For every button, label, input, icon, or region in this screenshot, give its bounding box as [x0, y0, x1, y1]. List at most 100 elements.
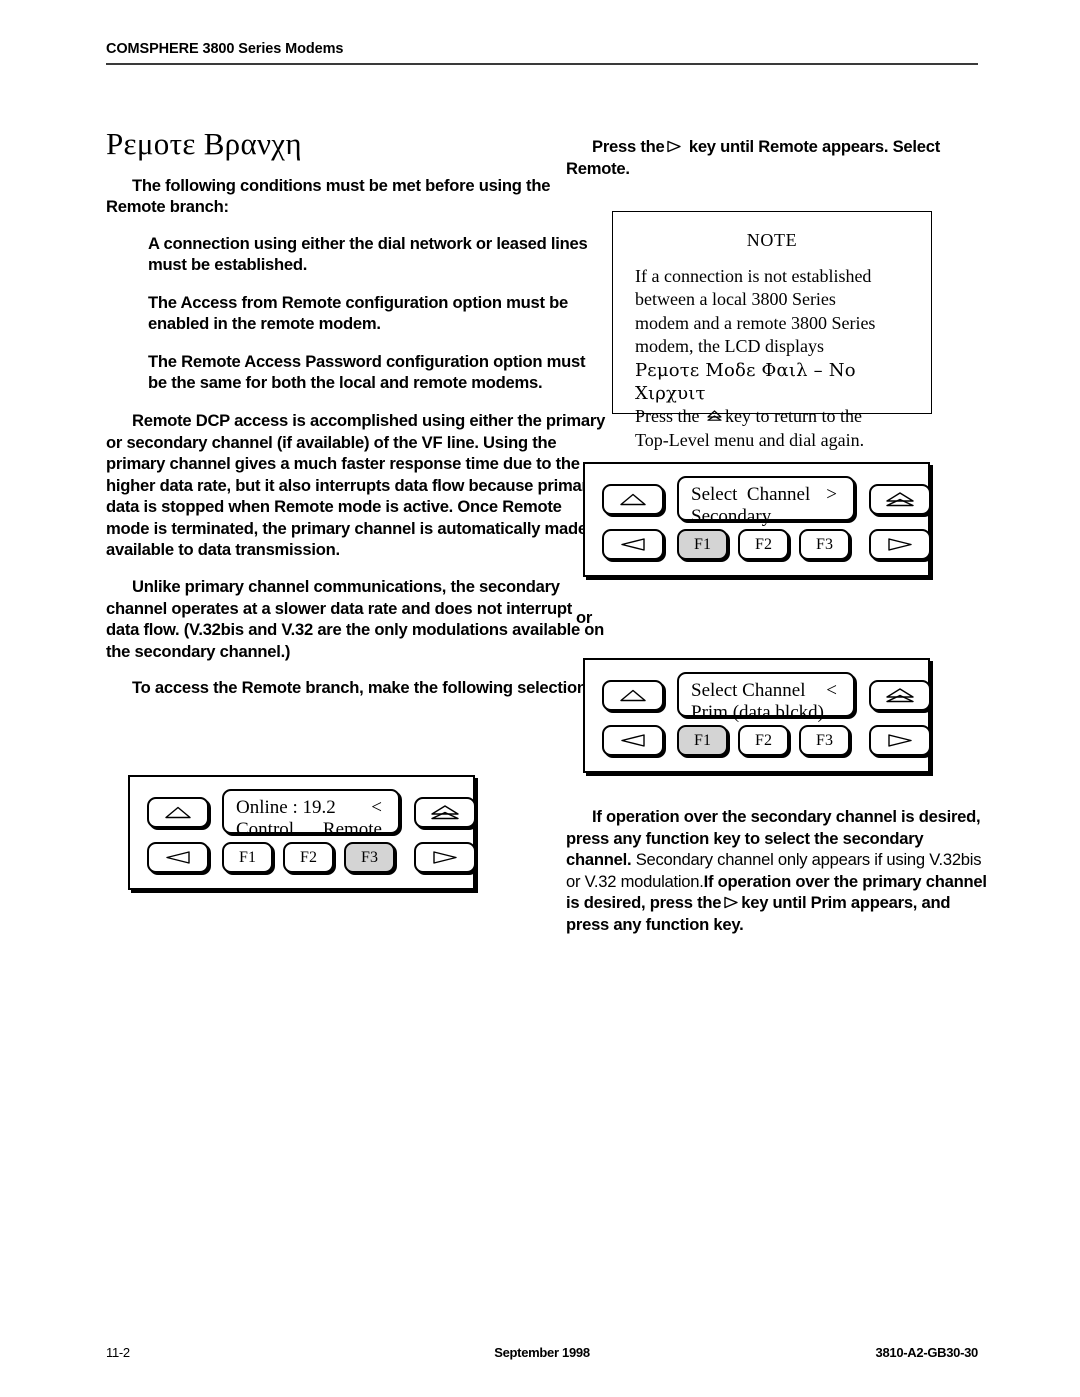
lcd-line-1: Select Channel <: [691, 680, 843, 702]
function-key-f2[interactable]: F2: [283, 842, 334, 873]
right-arrow-key[interactable]: [869, 529, 931, 560]
right-arrow-icon: [723, 896, 739, 909]
function-key-f2[interactable]: F2: [738, 725, 789, 756]
footer-page-number: 11-2: [106, 1345, 130, 1360]
left-arrow-key[interactable]: [602, 529, 664, 560]
condition-item: The Access from Remote configuration opt…: [148, 292, 568, 334]
note-title: NOTE: [746, 230, 798, 250]
lcd-display: Online : 19.2 < Control Remote: [222, 789, 400, 840]
up-arrow-key[interactable]: [602, 484, 664, 515]
access-remote-paragraph: To access the Remote branch, make the fo…: [132, 678, 602, 698]
lcd-line-2: Prim (data blckd): [691, 702, 843, 724]
right-arrow-icon: [888, 538, 912, 551]
function-key-f1[interactable]: F1: [222, 842, 273, 873]
note-line: If a connection is not established: [635, 266, 872, 286]
modem-front-panel-select-channel-prim: Select Channel < Prim (data blckd) F1 F2: [583, 658, 931, 773]
right-arrow-icon: [433, 851, 457, 864]
closing-paragraph: If operation over the secondary channel …: [566, 806, 991, 935]
note-press-line: Press the key to return to the: [635, 405, 931, 428]
left-column: Ρεμοτε Βρανχη The following conditions m…: [106, 126, 606, 714]
lcd-line-1-right: >: [826, 484, 837, 505]
right-arrow-icon: [888, 734, 912, 747]
function-key-f1[interactable]: F1: [677, 529, 728, 560]
function-key-label: F2: [755, 731, 772, 749]
lcd-line-2-left: Secondary: [691, 505, 772, 527]
lcd-line-2: Secondary: [691, 506, 843, 528]
note-press-trail: key to return to the: [725, 406, 862, 427]
page-footer: 11-2 September 1998 3810-A2-GB30-30: [106, 1345, 978, 1363]
function-key-label: F3: [361, 848, 378, 866]
lcd-line-2-left: Prim (data blckd): [691, 701, 824, 723]
up-arrow-icon: [620, 689, 646, 702]
lcd-line-2-right: Remote: [322, 818, 382, 840]
function-key-label: F1: [239, 848, 256, 866]
lcd-line-1-left: Select Channel: [691, 484, 811, 505]
home-key[interactable]: [869, 484, 931, 515]
home-icon: [886, 492, 914, 507]
up-arrow-icon: [165, 806, 191, 819]
modem-front-panel-online-remote: Online : 19.2 < Control Remote F1 F2 F3: [128, 775, 476, 890]
lcd-display: Select Channel > Secondary: [677, 476, 855, 527]
left-arrow-icon: [621, 734, 645, 747]
function-key-label: F2: [300, 848, 317, 866]
note-line: modem and a remote 3800 Series: [635, 312, 876, 333]
home-icon: [431, 805, 459, 820]
up-arrow-icon: [620, 493, 646, 506]
right-arrow-key[interactable]: [414, 842, 476, 873]
lcd-line-2-right: [837, 702, 843, 724]
note-press-lead: Press the: [635, 406, 700, 427]
lcd-line-1-right: <: [826, 680, 837, 701]
lcd-line-2: Control Remote: [236, 819, 388, 841]
note-line: between a local 3800 Series: [635, 289, 836, 310]
up-arrow-key[interactable]: [602, 680, 664, 711]
function-key-f1[interactable]: F1: [677, 725, 728, 756]
or-connector-label: or: [576, 608, 593, 627]
lcd-line-1-left: Online : 19.2: [236, 797, 336, 818]
lcd-line-2-right: [837, 506, 843, 528]
function-key-label: F1: [694, 731, 711, 749]
function-key-f2[interactable]: F2: [738, 529, 789, 560]
note-body: If a connection is not established betwe…: [635, 265, 931, 452]
lcd-line-1-right: <: [371, 797, 382, 818]
right-column: Press the key until Remote appears. Sele…: [566, 136, 986, 179]
function-key-label: F2: [755, 535, 772, 553]
up-arrow-key[interactable]: [147, 797, 209, 828]
home-icon: [886, 688, 914, 703]
footer-date: September 1998: [494, 1345, 590, 1360]
right-arrow-key[interactable]: [869, 725, 931, 756]
note-line: modem, the LCD displays: [635, 336, 824, 357]
note-line: Top-Level menu and dial again.: [635, 429, 865, 450]
function-key-label: F3: [816, 535, 833, 553]
left-arrow-icon: [166, 851, 190, 864]
home-key[interactable]: [414, 797, 476, 828]
intro-paragraph: The following conditions must be met bef…: [106, 175, 551, 217]
home-key-icon: [706, 409, 723, 423]
press-key-instruction: Press the key until Remote appears. Sele…: [566, 136, 986, 179]
lcd-display: Select Channel < Prim (data blckd): [677, 672, 855, 723]
footer-doc-number: 3810-A2-GB30-30: [875, 1345, 979, 1360]
lcd-line-1: Online : 19.2 <: [236, 797, 388, 819]
function-key-label: F1: [694, 535, 711, 553]
page-title: Ρεμοτε Βρανχη: [106, 126, 302, 161]
home-key[interactable]: [869, 680, 931, 711]
right-arrow-icon: [666, 140, 682, 153]
press-key-lead-text: Press the: [592, 137, 665, 156]
running-head-rule: [106, 62, 978, 65]
secondary-channel-paragraph: Unlike primary channel communications, t…: [106, 576, 605, 661]
function-key-f3[interactable]: F3: [344, 842, 395, 873]
function-key-f3[interactable]: F3: [799, 725, 850, 756]
function-key-f3[interactable]: F3: [799, 529, 850, 560]
condition-item: A connection using either the dial netwo…: [148, 233, 588, 275]
left-arrow-key[interactable]: [147, 842, 209, 873]
lcd-line-1: Select Channel >: [691, 484, 843, 506]
running-head-text: COMSPHERE 3800 Series Modems: [106, 41, 344, 57]
note-box: NOTE If a connection is not established …: [612, 211, 932, 450]
condition-item: The Remote Access Password configuration…: [148, 351, 586, 393]
note-lcd-message: Ρεμοτε Μοδε Φαιλ – Νο Χιρχυιτ: [635, 359, 856, 404]
closing-instructions: If operation over the secondary channel …: [566, 806, 991, 945]
lcd-line-1-left: Select Channel: [691, 680, 806, 701]
lcd-line-2-left: Control: [236, 818, 295, 840]
left-arrow-icon: [621, 538, 645, 551]
left-arrow-key[interactable]: [602, 725, 664, 756]
document-page: COMSPHERE 3800 Series Modems Ρεμοτε Βραν…: [0, 0, 1080, 1397]
